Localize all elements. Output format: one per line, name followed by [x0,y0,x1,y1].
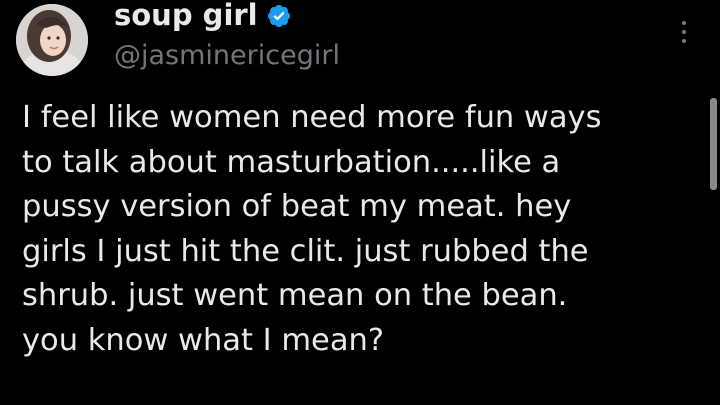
tweet: soup girl @jasminericegirl I feel like w… [0,0,720,405]
user-handle[interactable]: @jasminericegirl [114,39,340,73]
tweet-text-line: shrub. just went mean on the bean. [22,278,568,314]
tweet-text-line: I feel like women need more fun ways [22,100,602,135]
tweet-text-line: to talk about masturbation.....like a [22,144,561,180]
tweet-text: I feel like women need more fun ways to … [22,96,712,364]
more-dot [682,39,686,43]
display-name[interactable]: soup girl [114,0,258,33]
tweet-text-line: pussy version of beat my meat. hey [22,189,572,225]
more-options-icon[interactable] [672,14,696,50]
tweet-text-line: girls I just hit the clit. just rubbed t… [22,233,589,269]
more-dot [682,30,686,34]
avatar-image [16,4,88,76]
avatar[interactable] [16,4,88,76]
verified-badge-icon [267,4,290,28]
display-name-row: soup girl [114,0,292,33]
more-dot [682,21,686,25]
tweet-text-line: you know what I mean? [22,322,385,358]
